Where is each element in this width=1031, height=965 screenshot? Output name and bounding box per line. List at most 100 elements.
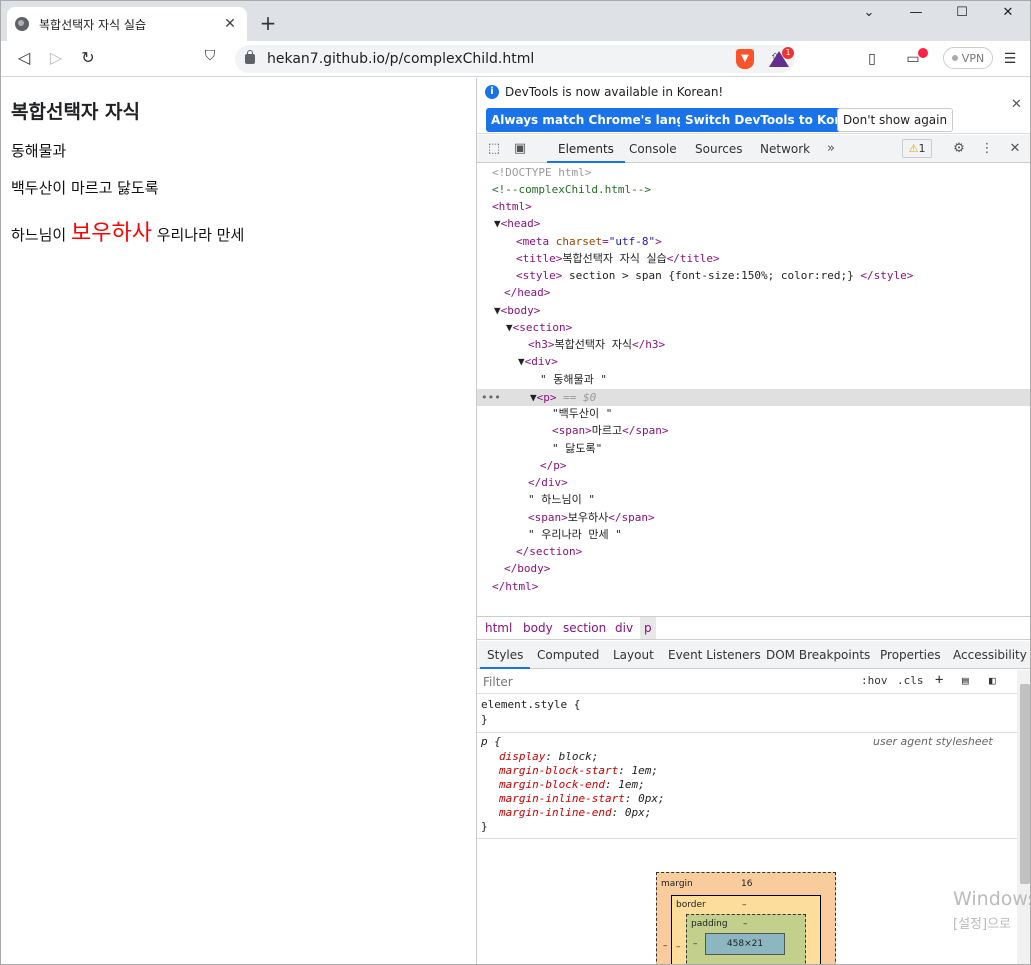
inspect-icon[interactable]: ⬚ (486, 141, 502, 157)
tab-accessibility[interactable]: Accessibility (953, 641, 1027, 669)
menu-icon[interactable]: ☰ (1001, 51, 1019, 67)
dom-node[interactable]: " 동해물과 " (540, 371, 607, 388)
filter-input[interactable] (483, 674, 843, 690)
dom-node[interactable]: <meta charset="utf-8"> (516, 233, 662, 250)
minimize-button[interactable]: — (901, 5, 931, 20)
close-infobar-icon[interactable]: ✕ (1011, 97, 1022, 112)
dom-node[interactable]: " 우리나라 만세 " (528, 526, 622, 543)
crumb-html[interactable]: html (485, 617, 512, 639)
dom-node[interactable]: ▼<div> (518, 353, 558, 370)
css-property[interactable]: margin-block-end: 1em; (499, 778, 645, 792)
dom-node[interactable]: <h3>복합선택자 자식</h3> (528, 336, 665, 353)
close-tab-icon[interactable]: ✕ (221, 16, 239, 32)
box-model-margin[interactable]: margin 16 – border – – padding – – 458×2… (656, 872, 836, 964)
styles-filter-bar: :hov .cls + ▤ ◧ (477, 670, 1017, 694)
more-tabs-icon[interactable]: » (823, 141, 839, 157)
forward-button[interactable]: ▷ (45, 48, 67, 67)
expand-arrow-icon[interactable]: ▼ (494, 217, 501, 230)
new-tab-button[interactable]: + (256, 11, 280, 35)
dom-node[interactable]: </div> (528, 474, 568, 491)
warnings-badge[interactable]: ⚠1 (902, 139, 932, 158)
settings-icon[interactable]: ⚙ (951, 141, 967, 157)
more-options-icon[interactable]: ⋮ (979, 141, 995, 157)
device-toggle-icon[interactable]: ▣ (512, 141, 528, 157)
tab-sources[interactable]: Sources (695, 135, 742, 163)
crumb-p[interactable]: p (640, 617, 656, 639)
tab-styles[interactable]: Styles (480, 641, 531, 669)
dom-node[interactable]: ▼<head> (494, 215, 540, 232)
expand-arrow-icon[interactable]: ▼ (494, 304, 501, 317)
crumb-body[interactable]: body (523, 617, 553, 639)
tab-dom-breakpoints[interactable]: DOM Breakpoints (766, 641, 870, 669)
cls-toggle[interactable]: .cls (897, 674, 924, 687)
new-rule-icon[interactable]: + (935, 672, 943, 688)
paint-icon[interactable]: ▤ (962, 674, 969, 687)
dom-node[interactable]: " 닳도록" (552, 440, 602, 457)
margin-value[interactable]: 16 (741, 879, 752, 889)
sidebar-icon[interactable]: ▯ (863, 51, 881, 67)
dom-node[interactable]: <style> section > span {font-size:150%; … (516, 267, 913, 284)
tab-network[interactable]: Network (760, 135, 810, 163)
crumb-div[interactable]: div (615, 617, 633, 639)
box-model-border[interactable]: border – – padding – – 458×21 (671, 895, 821, 964)
tab-event-listeners[interactable]: Event Listeners (668, 641, 761, 669)
close-devtools-icon[interactable]: ✕ (1007, 141, 1023, 157)
address-bar[interactable]: hekan7.github.io/p/complexChild.html ⇪ (235, 45, 795, 73)
tab-layout[interactable]: Layout (613, 641, 654, 669)
dom-node[interactable]: <!DOCTYPE html> (492, 164, 591, 181)
border-value[interactable]: – (742, 900, 747, 910)
p-selector[interactable]: p { (481, 735, 501, 749)
css-property[interactable]: margin-inline-start: 0px; (499, 792, 665, 806)
box-model-content[interactable]: 458×21 (705, 933, 785, 955)
css-property[interactable]: margin-inline-end: 0px; (499, 806, 651, 820)
lock-icon (245, 50, 255, 64)
vpn-button[interactable]: VPN (943, 47, 993, 69)
dom-node[interactable]: <!--complexChild.html--> (492, 181, 651, 198)
padding-value[interactable]: – (743, 919, 748, 929)
browser-tab[interactable]: 복합선택자 자식 실습 ✕ (7, 7, 247, 41)
box-model-padding[interactable]: padding – – 458×21 (686, 914, 806, 964)
dom-node[interactable]: <span>보우하사</span> (528, 509, 655, 526)
red-span: 보우하사 (70, 221, 152, 246)
dom-node[interactable]: <title>복합선택자 자식 실습</title> (516, 250, 720, 267)
margin-left-value[interactable]: – (663, 941, 668, 951)
maximize-button[interactable]: ☐ (947, 5, 977, 20)
crumb-section[interactable]: section (563, 617, 606, 639)
padding-left-value[interactable]: – (693, 939, 698, 949)
dom-node[interactable]: </head> (504, 284, 550, 301)
close-window-button[interactable]: ✕ (993, 5, 1023, 20)
back-button[interactable]: ◁ (13, 48, 35, 67)
dom-node[interactable]: </html> (492, 578, 538, 595)
tab-console[interactable]: Console (629, 135, 677, 163)
reload-button[interactable]: ↻ (77, 48, 99, 67)
dont-show-button[interactable]: Don't show again (837, 108, 954, 132)
expand-arrow-icon[interactable]: ▼ (506, 321, 513, 334)
border-left-value[interactable]: – (676, 942, 681, 952)
dom-node-selected[interactable]: ▼<p> == $0 (530, 389, 596, 406)
styles-scrollbar[interactable] (1017, 670, 1030, 964)
expand-arrow-icon[interactable]: ▼ (530, 391, 537, 404)
dom-node[interactable]: </body> (504, 560, 550, 577)
row-menu-icon[interactable]: ••• (481, 389, 501, 406)
element-style-selector[interactable]: element.style { (481, 698, 580, 712)
dom-node[interactable]: ▼<section> (506, 319, 572, 336)
bookmark-icon[interactable]: ⛉ (199, 48, 221, 64)
brave-shields-icon[interactable]: ▼ (736, 49, 754, 69)
sidebar-toggle-icon[interactable]: ◧ (989, 674, 996, 687)
hov-toggle[interactable]: :hov (861, 674, 888, 687)
dom-node[interactable]: <html> (492, 198, 532, 215)
dom-node[interactable]: " 하느님이 " (528, 491, 595, 508)
dom-node[interactable]: </p> (540, 457, 567, 474)
tab-properties[interactable]: Properties (880, 641, 941, 669)
dom-node[interactable]: "백두산이 " (552, 405, 612, 422)
css-property[interactable]: margin-block-start: 1em; (499, 764, 658, 778)
tab-elements[interactable]: Elements (547, 135, 625, 163)
tab-search-icon[interactable]: ⌄ (854, 5, 884, 20)
css-property[interactable]: display: block; (499, 750, 598, 764)
dom-node[interactable]: </section> (516, 543, 582, 560)
dom-node[interactable]: <span>마르고</span> (552, 422, 668, 439)
scroll-thumb[interactable] (1020, 684, 1030, 884)
dom-node[interactable]: ▼<body> (494, 302, 540, 319)
expand-arrow-icon[interactable]: ▼ (518, 355, 525, 368)
tab-computed[interactable]: Computed (537, 641, 599, 669)
